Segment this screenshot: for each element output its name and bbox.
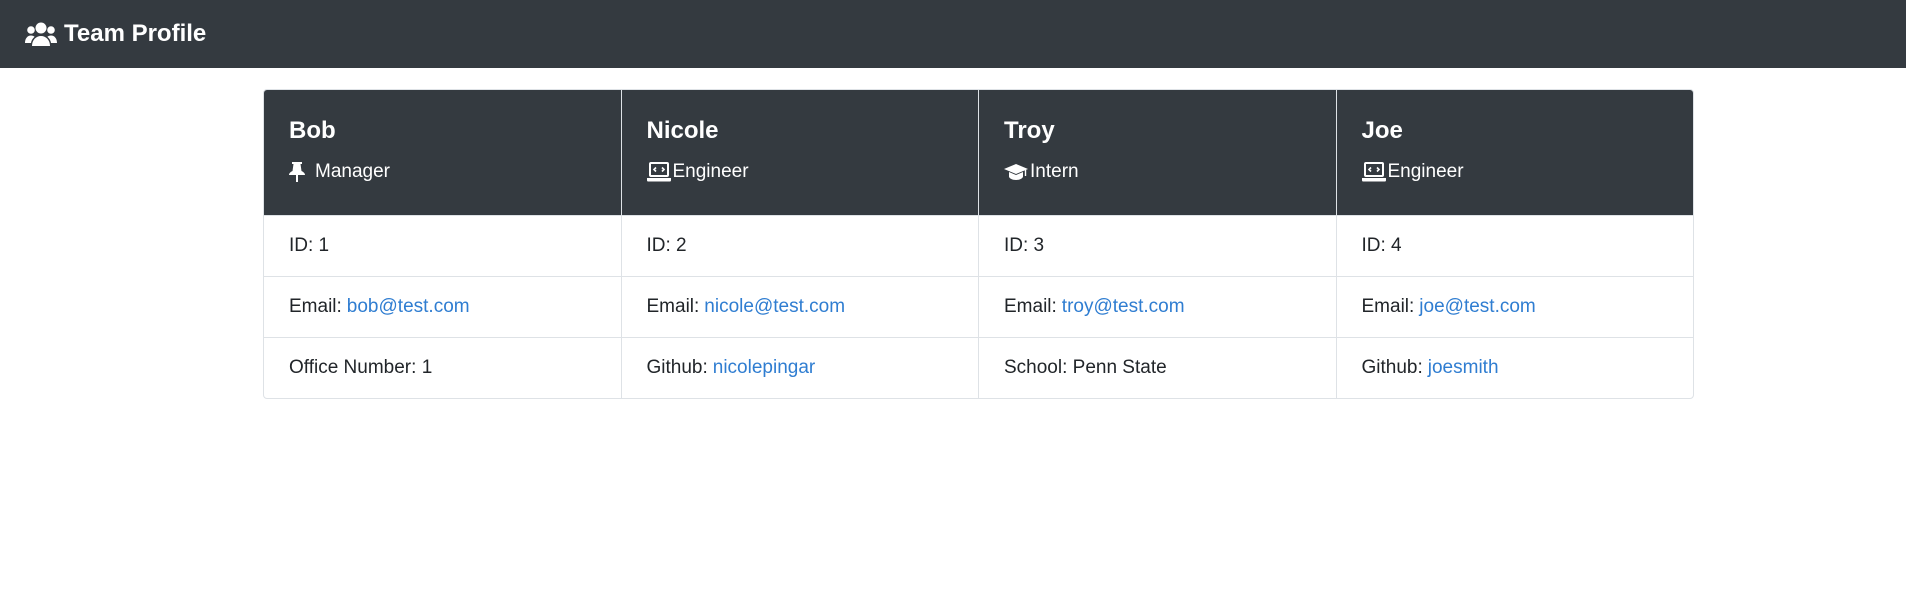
laptop-code-icon bbox=[646, 162, 673, 182]
list-item-id: ID: 3 bbox=[979, 215, 1336, 276]
member-role-label: Engineer bbox=[1387, 161, 1464, 182]
graduation-cap-icon bbox=[1004, 162, 1030, 182]
email-link[interactable]: bob@test.com bbox=[347, 296, 470, 318]
team-cards: Bob Manager ID: 1 Email: bob@test.com Of… bbox=[263, 89, 1694, 399]
list-item-email: Email: bob@test.com bbox=[264, 276, 621, 337]
list-item-github: Github: nicolepingar bbox=[621, 337, 978, 398]
member-role: Manager bbox=[289, 161, 596, 183]
id-text: ID: 3 bbox=[1004, 235, 1045, 256]
list-item-id: ID: 4 bbox=[1336, 215, 1693, 276]
id-text: ID: 1 bbox=[289, 235, 330, 256]
users-icon bbox=[25, 22, 57, 46]
github-link[interactable]: joesmith bbox=[1428, 357, 1499, 379]
member-role-label: Intern bbox=[1030, 161, 1079, 182]
github-link[interactable]: nicolepingar bbox=[713, 357, 815, 379]
member-role-label: Manager bbox=[315, 161, 390, 182]
list-item-id: ID: 1 bbox=[264, 215, 621, 276]
list-item-github: Github: joesmith bbox=[1336, 337, 1693, 398]
card-header: Bob Manager bbox=[264, 90, 621, 215]
member-name: Nicole bbox=[646, 117, 719, 144]
member-card-nicole: Nicole Engineer ID: 2 Email: nicole@test… bbox=[621, 90, 979, 398]
member-role: Intern bbox=[1004, 161, 1311, 183]
member-role: Engineer bbox=[646, 161, 954, 183]
member-role: Engineer bbox=[1361, 161, 1669, 183]
member-role-label: Engineer bbox=[672, 161, 749, 182]
list-item-email: Email: nicole@test.com bbox=[621, 276, 978, 337]
id-text: ID: 4 bbox=[1361, 235, 1402, 256]
email-label: Email: bbox=[1004, 296, 1057, 317]
member-card-joe: Joe Engineer ID: 4 Email: joe@test.com G… bbox=[1336, 90, 1693, 398]
email-label: Email: bbox=[1361, 296, 1415, 317]
id-text: ID: 2 bbox=[646, 235, 687, 256]
email-link[interactable]: joe@test.com bbox=[1419, 296, 1535, 318]
member-card-bob: Bob Manager ID: 1 Email: bob@test.com Of… bbox=[264, 90, 622, 398]
member-card-troy: Troy Intern ID: 3 Email: troy@test.com S… bbox=[979, 90, 1337, 398]
list-item-email: Email: troy@test.com bbox=[979, 276, 1336, 337]
email-link[interactable]: nicole@test.com bbox=[704, 296, 845, 318]
card-header: Nicole Engineer bbox=[621, 90, 978, 215]
list-item-school: School: Penn State bbox=[979, 337, 1336, 398]
card-header: Troy Intern bbox=[979, 90, 1336, 215]
navbar-title: Team Profile bbox=[64, 20, 207, 47]
list-item-email: Email: joe@test.com bbox=[1336, 276, 1693, 337]
navbar-brand[interactable]: Team Profile bbox=[25, 20, 206, 48]
pushpin-icon bbox=[289, 162, 315, 182]
laptop-code-icon bbox=[1361, 162, 1388, 182]
email-label: Email: bbox=[646, 296, 700, 317]
member-name: Troy bbox=[1004, 117, 1055, 144]
github-label: Github: bbox=[646, 357, 708, 378]
card-header: Joe Engineer bbox=[1336, 90, 1693, 215]
navbar: Team Profile bbox=[0, 0, 1906, 68]
member-name: Bob bbox=[289, 117, 336, 144]
list-item-office-number: Office Number: 1 bbox=[264, 337, 621, 398]
list-item-id: ID: 2 bbox=[621, 215, 978, 276]
github-label: Github: bbox=[1361, 357, 1423, 378]
member-name: Joe bbox=[1361, 117, 1403, 144]
office-number-text: Office Number: 1 bbox=[289, 357, 433, 378]
email-link[interactable]: troy@test.com bbox=[1062, 296, 1185, 318]
school-text: School: Penn State bbox=[1004, 357, 1167, 378]
email-label: Email: bbox=[289, 296, 342, 317]
